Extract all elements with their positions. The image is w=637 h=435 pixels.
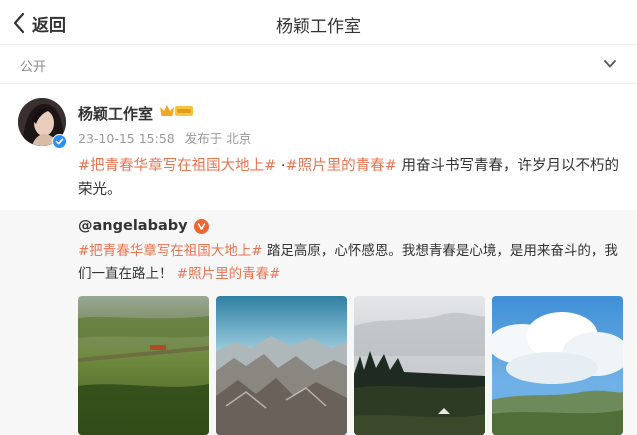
- hashtag-link[interactable]: #把青春华章写在祖国大地上#: [78, 158, 276, 174]
- post-timestamp: 23-10-15 15:58: [78, 131, 175, 146]
- visibility-selector[interactable]: 公开: [0, 46, 637, 84]
- repost-text: #把青春华章写在祖国大地上# 踏足高原，心怀感恩。我想青春是心境，是用来奋斗的，…: [78, 240, 628, 286]
- photo-forest-tent[interactable]: [354, 296, 485, 435]
- crown-level-icon: [160, 105, 193, 116]
- verified-v-icon: [193, 218, 209, 234]
- hashtag-link[interactable]: #把青春华章写在祖国大地上#: [78, 243, 263, 259]
- photo-green-hills-road[interactable]: [78, 296, 209, 435]
- post-author: 杨颖工作室 23-10-15 15:58 发布于 北京: [0, 92, 637, 150]
- post-location: 发布于 北京: [184, 131, 252, 146]
- repost-username[interactable]: @angelababy: [78, 218, 209, 234]
- visibility-label: 公开: [20, 60, 47, 75]
- repost-username-text: @angelababy: [78, 218, 188, 234]
- page-title: 杨颖工作室: [276, 17, 361, 37]
- verified-icon: [52, 134, 67, 149]
- chevron-down-icon[interactable]: [603, 57, 617, 71]
- top-bar: 返回 杨颖工作室: [0, 0, 637, 45]
- separator: ·: [276, 158, 286, 174]
- post-text: #把青春华章写在祖国大地上# ·#照片里的青春# 用奋斗书写青春，许岁月以不朽的…: [78, 154, 623, 202]
- photo-grid: [78, 296, 625, 435]
- author-name[interactable]: 杨颖工作室: [78, 103, 153, 124]
- reposted-content[interactable]: @angelababy #把青春华章写在祖国大地上# 踏足高原，心怀感恩。我想青…: [0, 210, 637, 435]
- hashtag-link[interactable]: #照片里的青春#: [286, 158, 397, 174]
- photo-aerial-mountains[interactable]: [216, 296, 347, 435]
- post-meta: 23-10-15 15:58 发布于 北京: [78, 128, 251, 147]
- photo-blue-sky-clouds[interactable]: [492, 296, 623, 435]
- hashtag-link[interactable]: #照片里的青春#: [177, 266, 281, 282]
